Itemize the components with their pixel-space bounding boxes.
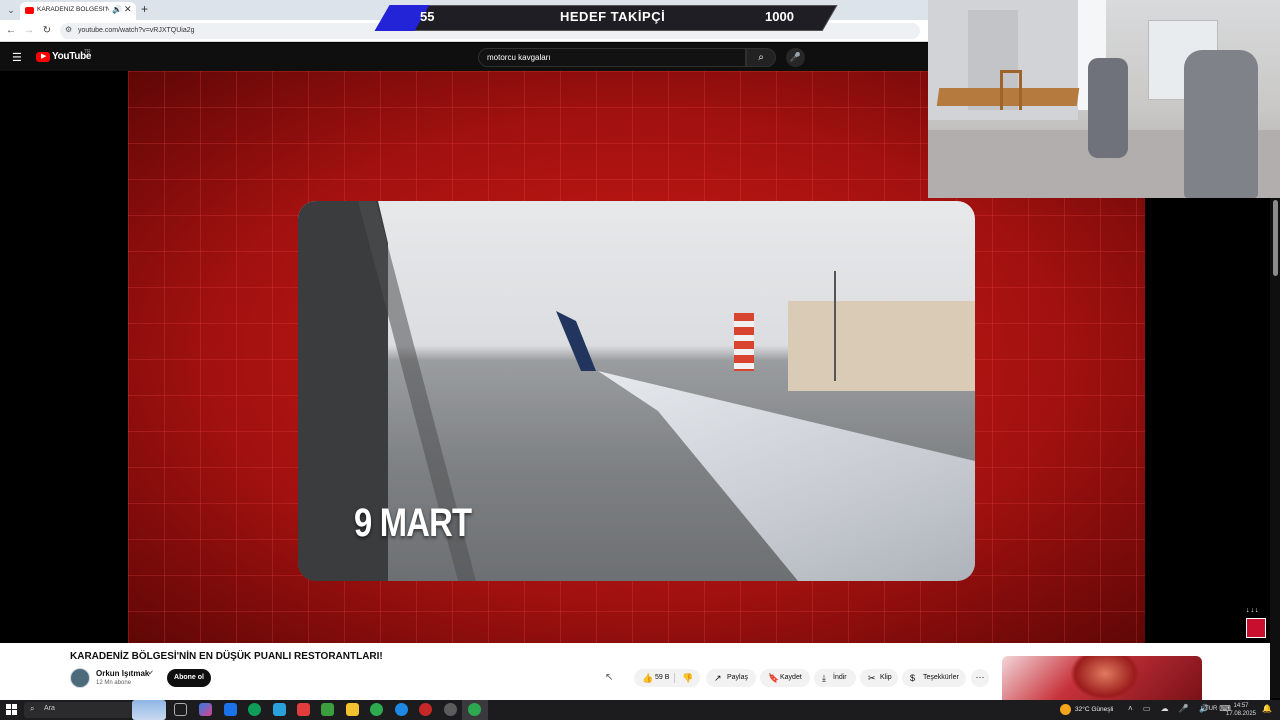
chrome-icon[interactable]: [370, 703, 383, 716]
search-highlight-image[interactable]: [132, 700, 166, 720]
weather-text[interactable]: 32°C Güneşli: [1075, 706, 1113, 713]
clock-date: 17.08.2025: [1225, 711, 1257, 717]
thanks-label: Teşekkürler: [923, 674, 959, 681]
play-icon: ▶: [41, 53, 47, 60]
save-label: Kaydet: [780, 674, 802, 681]
share-button[interactable]: ↗ Paylaş: [706, 669, 756, 687]
channel-name[interactable]: Orkun Işıtmak: [96, 669, 149, 678]
light-pole: [834, 271, 836, 381]
thanks-button[interactable]: $ Teşekkürler: [902, 669, 966, 687]
thumbs-down-icon[interactable]: 👎: [682, 669, 693, 687]
download-button[interactable]: ⤓ İndir: [814, 669, 856, 687]
save-button[interactable]: 🔖 Kaydet: [760, 669, 810, 687]
follower-goal-title: HEDEF TAKİPÇİ: [560, 9, 666, 24]
search-icon: ⌕: [30, 704, 35, 713]
sun-icon[interactable]: [1060, 704, 1071, 715]
screen: ⌄ KARADENİZ BÖLGESİ'NİN EN DÜŞÜK PUANLI …: [0, 0, 1280, 720]
like-count: 59 B: [655, 674, 670, 681]
download-label: İndir: [833, 674, 847, 681]
like-button[interactable]: 👍 59 B 👎: [634, 669, 700, 687]
address-bar-url: youtube.com/watch?v=vRJXTQUia2g: [78, 27, 195, 34]
subscriber-count: 12 Mn abone: [96, 680, 132, 686]
clock-time: 14:57: [1233, 703, 1249, 709]
language-indicator[interactable]: TUR: [1205, 706, 1217, 712]
clip-button[interactable]: ✂ Klip: [860, 669, 898, 687]
search-input-value: motorcu kavgaları: [487, 53, 551, 62]
tab-audio-icon[interactable]: 🔊: [112, 5, 122, 14]
super-thanks-icon: $: [910, 673, 916, 683]
control-tower: [734, 313, 754, 371]
system-tray-icons[interactable]: ˄ ▭ ☁ 🎤 🔊 ⌨: [1128, 704, 1235, 713]
obs-icon[interactable]: [419, 703, 432, 716]
page-scrollbar-thumb[interactable]: [1273, 200, 1278, 276]
task-view-icon[interactable]: [174, 703, 187, 716]
channel-watermark-icon[interactable]: [1246, 618, 1266, 638]
reload-button[interactable]: ↻: [40, 24, 54, 38]
video-info: KARADENİZ BÖLGESİ'NİN EN DÜŞÜK PUANLI RE…: [0, 643, 1270, 700]
tab-search-icon[interactable]: ⌄: [4, 3, 18, 17]
site-info-icon[interactable]: ⚙: [65, 25, 72, 34]
search-icon: ⌕: [758, 52, 764, 63]
download-icon: ⤓: [822, 673, 826, 683]
youtube-header: ☰ ▶ YouTube TR motorcu kavgaları ⌕ 🎤: [0, 43, 928, 71]
back-button[interactable]: ←: [4, 24, 18, 38]
channel-avatar[interactable]: [70, 668, 90, 688]
file-explorer-icon[interactable]: [346, 703, 359, 716]
tab-close-icon[interactable]: ✕: [124, 4, 132, 15]
thumbnail-character: [1070, 656, 1140, 700]
follower-goal-target: 1000: [765, 9, 794, 24]
windows-start-icon[interactable]: [6, 704, 17, 715]
calculator-icon[interactable]: [273, 703, 286, 716]
menu-icon[interactable]: ☰: [12, 51, 22, 64]
country-code: TR: [84, 49, 91, 55]
new-tab-button[interactable]: +: [141, 2, 148, 16]
thumbs-up-icon: 👍: [642, 673, 654, 683]
mic-icon: 🎤: [789, 52, 802, 62]
taskbar-search-placeholder: Ara: [44, 705, 55, 712]
like-divider: [674, 673, 675, 683]
notification-icon[interactable]: 🔔: [1262, 704, 1272, 713]
search-input[interactable]: motorcu kavgaları: [478, 48, 746, 67]
verified-icon: ✔: [148, 670, 154, 677]
edge-icon[interactable]: [248, 703, 261, 716]
video-title: KARADENİZ BÖLGESİ'NİN EN DÜŞÜK PUANLI RE…: [70, 651, 383, 662]
windows-taskbar: ⌕ Ara 32°C Güneşli ˄ ▭ ☁ 🎤 🔊 ⌨ TUR 14:57…: [0, 700, 1280, 720]
mouse-cursor-icon: ↖: [605, 672, 614, 683]
scissors-icon: ✂: [868, 673, 876, 683]
steam-icon[interactable]: [444, 703, 457, 716]
voice-search-button[interactable]: 🎤: [786, 48, 805, 67]
store-icon[interactable]: [297, 703, 310, 716]
copilot-icon[interactable]: [199, 703, 212, 716]
search-button[interactable]: ⌕: [746, 48, 776, 67]
webcam-overlay: [928, 0, 1280, 198]
follower-goal-current: 55: [420, 9, 435, 24]
video-caption: 9 MART: [354, 501, 472, 545]
share-icon: ↗: [714, 673, 722, 683]
airport-terminal: [788, 301, 975, 391]
cam-wooden-chair: [1000, 70, 1022, 110]
browser-tab-active[interactable]: KARADENİZ BÖLGESİ'NİN EN DÜŞÜK PUANLI RE…: [20, 2, 136, 20]
aircraft-wing: [598, 371, 975, 581]
tab-title: KARADENİZ BÖLGESİ'NİN EN DÜŞÜK PUANLI RE…: [37, 6, 109, 13]
cam-gaming-chair: [1184, 50, 1258, 198]
more-actions-button[interactable]: ···: [971, 669, 989, 687]
outlook-icon[interactable]: [224, 703, 237, 716]
clock[interactable]: 14:57 17.08.2025: [1224, 702, 1258, 718]
forward-button[interactable]: →: [22, 24, 36, 38]
video-clip-frame: 9 MART: [298, 201, 975, 581]
share-label: Paylaş: [727, 674, 749, 681]
chrome-profile-icon[interactable]: [395, 703, 408, 716]
cam-office-chair: [1088, 58, 1128, 158]
subscribe-button[interactable]: Abone ol: [167, 669, 211, 687]
aircraft-winglet: [556, 311, 596, 371]
youtube-favicon-icon: [25, 7, 34, 14]
bookmark-icon: 🔖: [768, 673, 780, 683]
xbox-icon[interactable]: [321, 703, 334, 716]
chrome-active-icon[interactable]: [468, 703, 481, 716]
clip-label: Klip: [880, 674, 892, 681]
scroll-down-icon: ↓↓↓: [1246, 607, 1260, 614]
